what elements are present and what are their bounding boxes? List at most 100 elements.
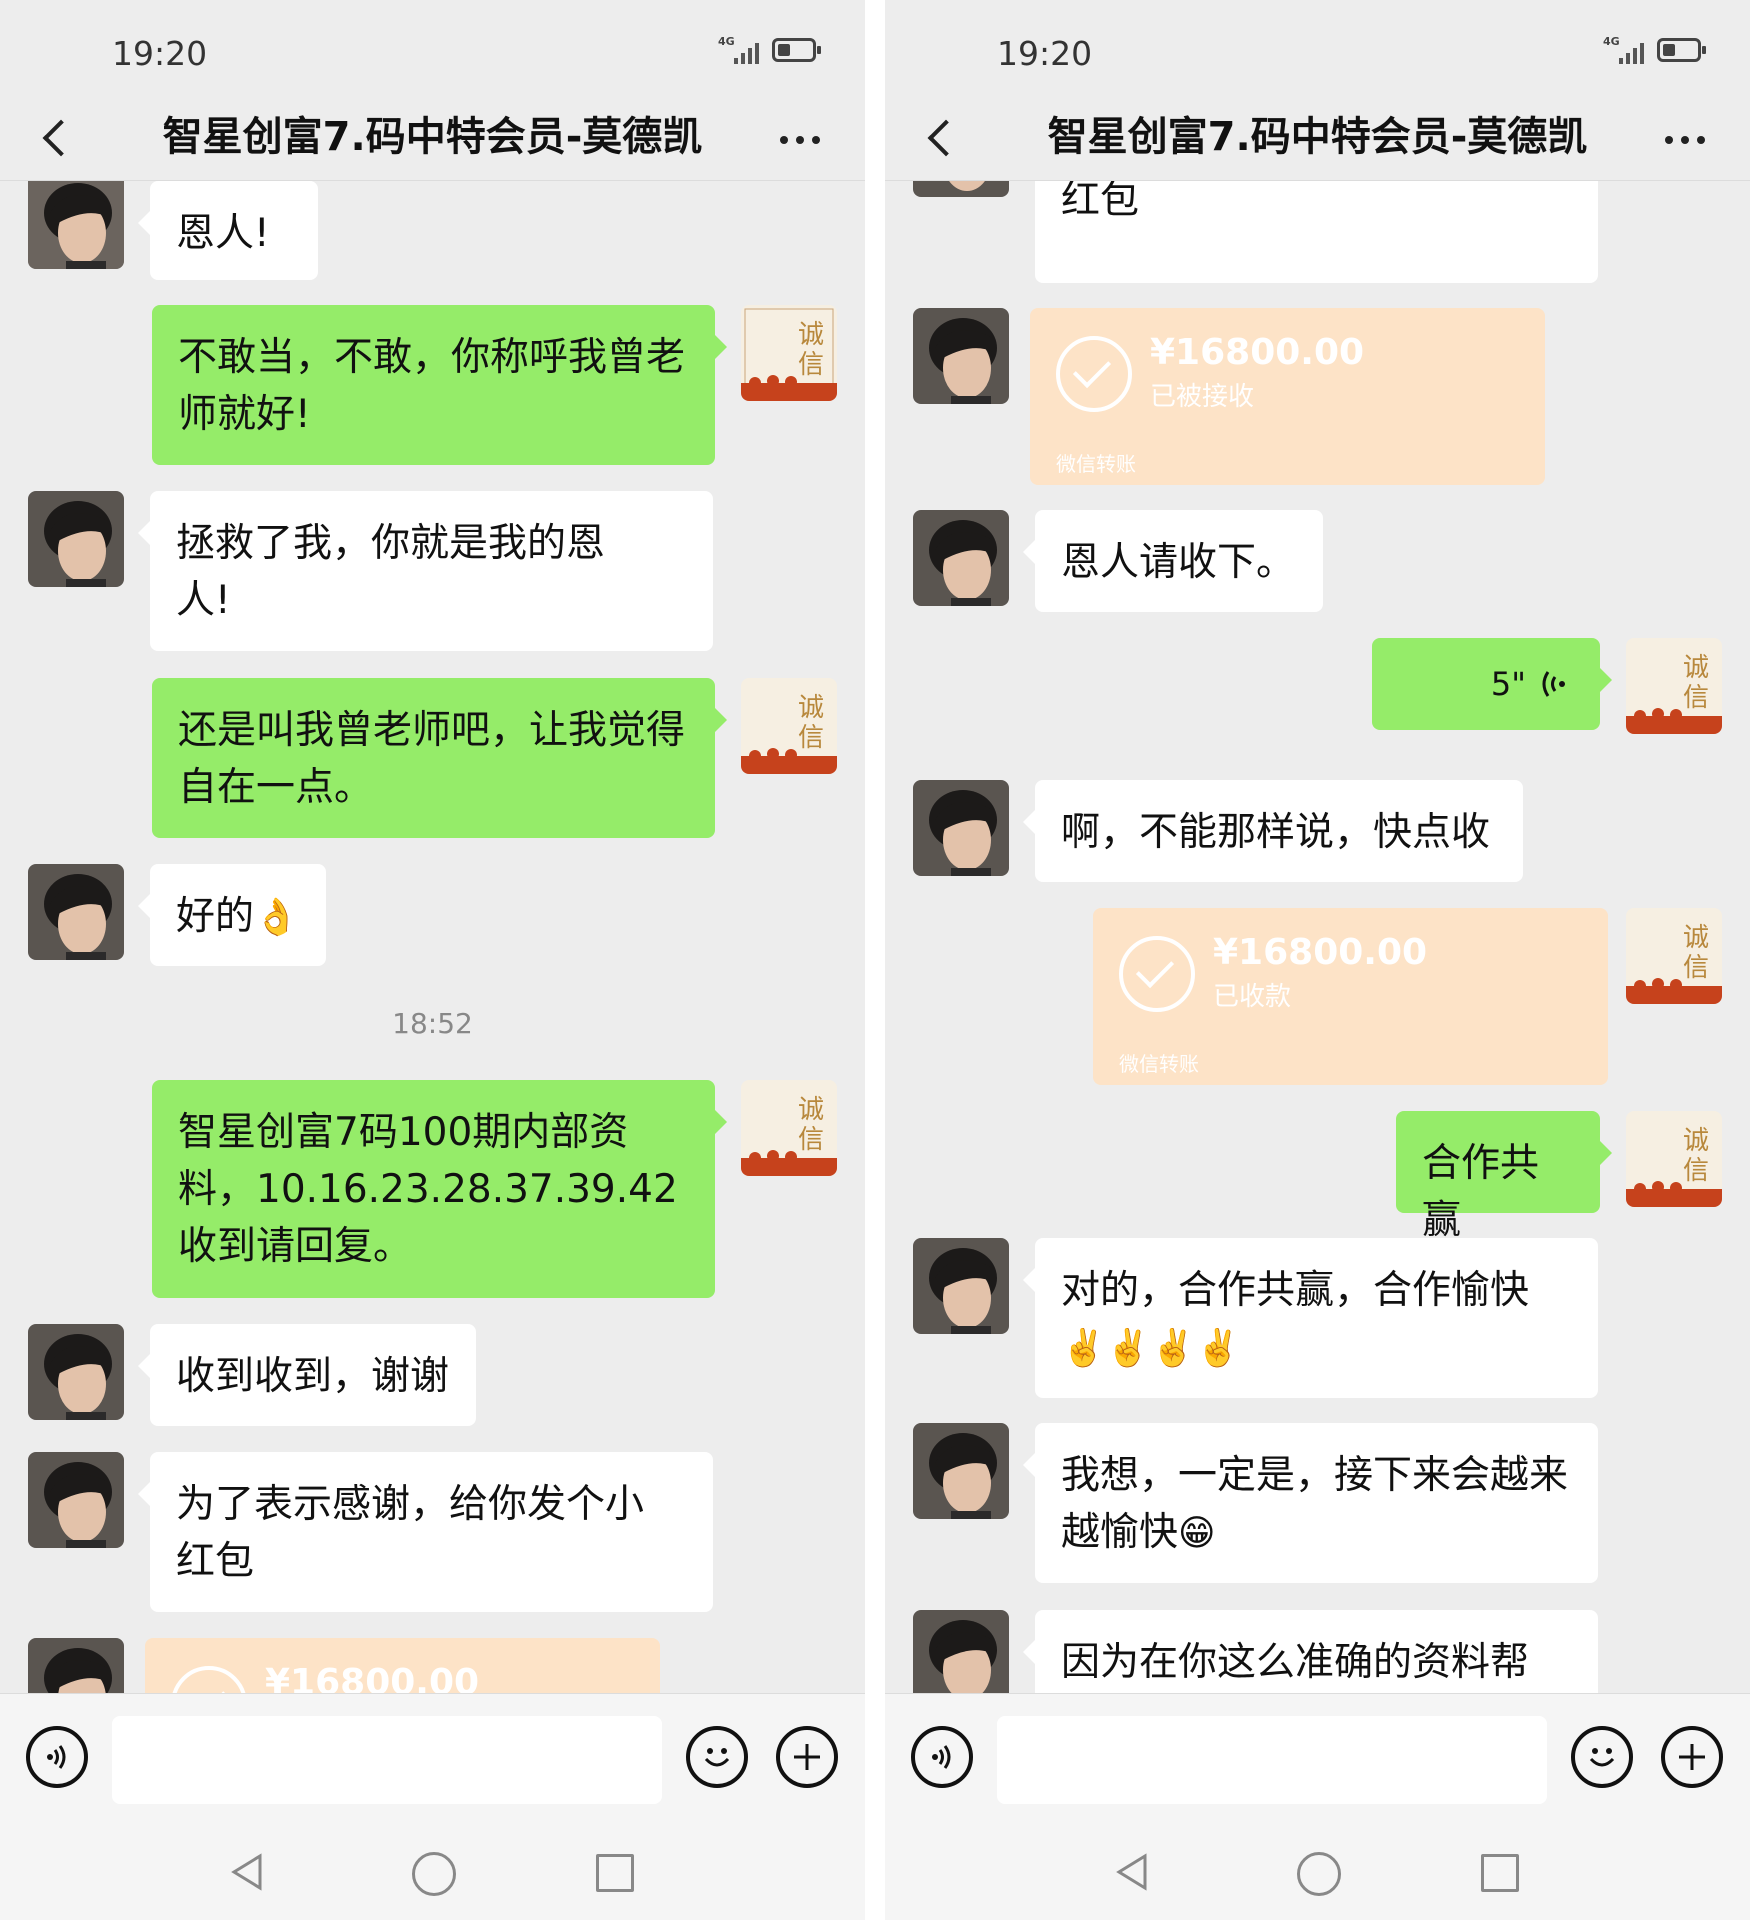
more-options-icon[interactable] <box>1660 125 1710 155</box>
my-avatar[interactable]: 诚信 <box>1626 1111 1722 1207</box>
message-text: 合作共赢 <box>1422 1141 1540 1243</box>
nav-recent-icon[interactable] <box>1481 1854 1519 1892</box>
message-bubble[interactable]: 啊，不能那样说，快点收 <box>1023 780 1523 882</box>
svg-text:诚: 诚 <box>1683 923 1709 953</box>
friend-avatar[interactable] <box>913 308 1009 404</box>
status-bar: 19:20 4G <box>885 0 1750 105</box>
my-avatar[interactable]: 诚信 <box>741 1080 837 1176</box>
nav-home-icon[interactable] <box>412 1852 456 1896</box>
message-bubble[interactable]: 为了表示感谢，给你发个小红包 <box>138 1452 713 1612</box>
message-text: 恩人! <box>176 211 270 256</box>
friend-avatar[interactable] <box>913 780 1009 876</box>
nav-back-icon[interactable] <box>1113 1852 1153 1892</box>
transfer-card[interactable]: ¥16800.00 <box>145 1638 660 1693</box>
my-avatar[interactable]: 诚信 <box>1626 908 1722 1004</box>
message-bubble[interactable]: 还是叫我曾老师吧，让我觉得自在一点。 <box>152 678 727 838</box>
message-text: 对的，合作共赢，合作愉快 <box>1061 1268 1530 1313</box>
chat-title: 智星创富7.码中特会员-莫德凯 <box>1047 114 1588 160</box>
svg-text:信: 信 <box>798 350 824 380</box>
message-text: 因为在你这么准确的资料帮 <box>1061 1640 1530 1685</box>
message-text: 拯救了我，你就是我的恩人! <box>176 521 606 623</box>
message-bubble[interactable]: 我想，一定是，接下来会越来越愉快😁 <box>1023 1423 1598 1583</box>
emoji-icon[interactable] <box>686 1726 748 1788</box>
back-arrow-icon[interactable] <box>915 113 965 163</box>
network-type: 4G <box>1603 35 1620 48</box>
message-bubble[interactable]: 好的👌 <box>138 864 326 966</box>
message-bubble[interactable]: 收到收到，谢谢 <box>138 1324 476 1426</box>
svg-text:信: 信 <box>798 723 824 753</box>
my-avatar[interactable]: 诚信 <box>1626 638 1722 734</box>
friend-avatar[interactable] <box>913 1610 1009 1693</box>
transfer-status: 已收款 <box>1213 982 1292 1012</box>
friend-avatar[interactable] <box>28 1638 124 1693</box>
message-bubble[interactable]: 对的，合作共赢，合作愉快 ✌️✌️✌️✌️ <box>1023 1238 1598 1398</box>
transfer-card[interactable]: ¥16800.00 已被接收 微信转账 <box>1030 308 1545 485</box>
input-bar <box>0 1693 865 1821</box>
message-list[interactable]: 恩人! 不敢当，不敢，你称呼我曾老师就好! 诚信 拯救了我，你就是我的恩人! 还… <box>0 181 865 1693</box>
signal-icon: 4G <box>718 36 762 66</box>
message-bubble[interactable]: 拯救了我，你就是我的恩人! <box>138 491 713 651</box>
message-timestamp: 18:52 <box>392 1007 473 1040</box>
friend-avatar[interactable] <box>913 1238 1009 1334</box>
message-text: 收到收到，谢谢 <box>176 1354 450 1399</box>
back-arrow-icon[interactable] <box>30 113 80 163</box>
friend-avatar[interactable] <box>28 864 124 960</box>
message-bubble[interactable]: 恩人请收下。 <box>1023 510 1323 612</box>
system-nav-bar <box>0 1820 865 1920</box>
svg-text:信: 信 <box>798 1125 824 1155</box>
message-input[interactable] <box>112 1716 662 1804</box>
my-avatar[interactable]: 诚信 <box>741 678 837 774</box>
friend-avatar[interactable] <box>913 1423 1009 1519</box>
friend-avatar[interactable] <box>28 181 124 269</box>
friend-avatar[interactable] <box>28 1452 124 1548</box>
friend-avatar[interactable] <box>913 510 1009 606</box>
voice-message-bubble[interactable]: 5" <box>1372 638 1612 730</box>
svg-text:诚: 诚 <box>1683 1126 1709 1156</box>
friend-avatar[interactable] <box>28 491 124 587</box>
nav-back-icon[interactable] <box>228 1852 268 1892</box>
plus-icon[interactable] <box>776 1726 838 1788</box>
status-time: 19:20 <box>997 34 1093 73</box>
message-bubble[interactable]: 恩人! <box>138 181 318 280</box>
message-text: 好的 <box>176 894 255 939</box>
message-text: 不敢当，不敢，你称呼我曾老师就好! <box>178 335 686 437</box>
message-text: 我想，一定是，接下来会越来越愉快 <box>1061 1453 1569 1555</box>
more-options-icon[interactable] <box>775 125 825 155</box>
battery-icon <box>772 38 821 62</box>
left-phone-screen: 19:20 4G 智星创富7.码中特会员-莫德凯 恩人! 不敢当，不敢，你称呼我… <box>0 0 865 1920</box>
status-bar: 19:20 4G <box>0 0 865 105</box>
message-list[interactable]: 为了表示感谢，给你发个小红包 ¥16800.00 已被接收 微信转账 恩人请收下… <box>885 181 1750 1693</box>
message-bubble[interactable]: 因为在你这么准确的资料帮 <box>1023 1610 1598 1693</box>
nav-recent-icon[interactable] <box>596 1854 634 1892</box>
check-circle-icon <box>171 1666 247 1693</box>
transfer-source: 微信转账 <box>1056 452 1136 476</box>
transfer-amount: ¥16800.00 <box>1213 932 1428 973</box>
right-phone-screen: 19:20 4G 智星创富7.码中特会员-莫德凯 为了表示感谢，给你发个小红包 <box>885 0 1750 1920</box>
voice-wave-icon <box>1542 671 1565 697</box>
nav-home-icon[interactable] <box>1297 1852 1341 1896</box>
victory-hand-icon: ✌️✌️✌️✌️ <box>1061 1328 1241 1369</box>
message-text: 还是叫我曾老师吧，让我觉得自在一点。 <box>178 708 686 810</box>
message-input[interactable] <box>997 1716 1547 1804</box>
message-bubble[interactable]: 不敢当，不敢，你称呼我曾老师就好! <box>152 305 727 465</box>
emoji-icon[interactable] <box>1571 1726 1633 1788</box>
message-bubble[interactable]: 为了表示感谢，给你发个小红包 <box>1035 181 1598 283</box>
message-bubble[interactable]: 智星创富7码100期内部资料，10.16.23.28.37.39.42收到请回复… <box>152 1080 727 1298</box>
check-circle-icon <box>1119 936 1195 1012</box>
ok-hand-icon: 👌 <box>254 897 299 938</box>
friend-avatar[interactable] <box>28 1324 124 1420</box>
transfer-source: 微信转账 <box>1119 1052 1199 1076</box>
voice-input-icon[interactable] <box>911 1726 973 1788</box>
my-avatar[interactable]: 诚信 <box>741 305 837 401</box>
friend-avatar[interactable] <box>913 181 1009 197</box>
svg-text:信: 信 <box>1683 953 1709 983</box>
message-text: 为了表示感谢，给你发个小红包 <box>1061 181 1140 223</box>
svg-text:诚: 诚 <box>1683 653 1709 683</box>
voice-input-icon[interactable] <box>26 1726 88 1788</box>
plus-icon[interactable] <box>1661 1726 1723 1788</box>
status-time: 19:20 <box>112 34 208 73</box>
message-bubble[interactable]: 合作共赢 <box>1396 1111 1612 1243</box>
battery-icon <box>1657 38 1706 62</box>
transfer-card[interactable]: ¥16800.00 已收款 微信转账 <box>1093 908 1608 1085</box>
svg-text:信: 信 <box>1683 683 1709 713</box>
